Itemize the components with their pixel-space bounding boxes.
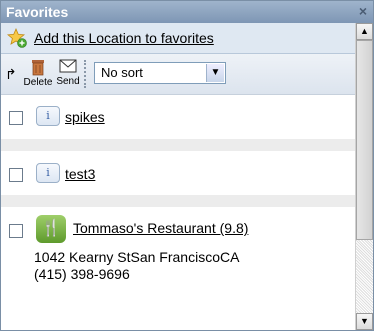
move-arrow-icon[interactable]: ↱ xyxy=(5,66,17,83)
delete-label: Delete xyxy=(23,77,53,88)
scroll-down-icon[interactable]: ▼ xyxy=(356,313,373,330)
list-item: i test3 xyxy=(1,151,356,195)
favorite-name[interactable]: test3 xyxy=(65,166,95,182)
send-button[interactable]: Send xyxy=(56,59,80,87)
scroll-thumb[interactable] xyxy=(356,40,373,240)
scroll-track[interactable] xyxy=(356,240,373,313)
restaurant-icon[interactable]: 🍴 xyxy=(36,215,66,243)
envelope-icon xyxy=(59,59,77,73)
item-checkbox[interactable] xyxy=(9,168,23,182)
chevron-down-icon[interactable]: ▼ xyxy=(206,64,224,82)
info-icon[interactable]: i xyxy=(36,163,60,183)
toolbar-separator xyxy=(84,60,86,88)
item-checkbox[interactable] xyxy=(9,224,23,238)
sort-select[interactable]: No sort ▼ xyxy=(94,62,226,84)
favorite-address: 1042 Kearny StSan FranciscoCA xyxy=(34,249,240,265)
star-add-icon[interactable] xyxy=(7,28,27,48)
favorite-phone: (415) 398-9696 xyxy=(34,266,130,282)
item-divider xyxy=(1,139,356,151)
favorites-toolbar: ↱ Delete Send No sort ▼ xyxy=(1,54,356,95)
panel-content: Add this Location to favorites ↱ Delete … xyxy=(1,23,356,330)
scroll-up-icon[interactable]: ▲ xyxy=(356,23,373,40)
favorites-panel: Favorites × Add this Location to favorit… xyxy=(0,0,374,331)
trash-icon xyxy=(32,60,44,76)
list-item: 🍴 Tommaso's Restaurant (9.8) 1042 Kearny… xyxy=(1,207,356,287)
send-label: Send xyxy=(56,76,80,87)
favorite-name[interactable]: spikes xyxy=(65,109,105,125)
info-icon[interactable]: i xyxy=(36,106,60,126)
close-icon[interactable]: × xyxy=(359,3,367,19)
favorite-name[interactable]: Tommaso's Restaurant (9.8) xyxy=(73,220,248,236)
add-to-favorites-link[interactable]: Add this Location to favorites xyxy=(34,30,214,46)
add-favorite-bar: Add this Location to favorites xyxy=(1,23,356,54)
item-divider xyxy=(1,195,356,207)
panel-title: Favorites xyxy=(6,4,69,20)
list-item: i spikes xyxy=(1,95,356,139)
sort-selected-value: No sort xyxy=(101,65,143,80)
delete-button[interactable]: Delete xyxy=(21,58,55,88)
vertical-scrollbar[interactable]: ▲ ▼ xyxy=(355,23,373,330)
item-checkbox[interactable] xyxy=(9,111,23,125)
panel-titlebar: Favorites × xyxy=(1,1,373,23)
